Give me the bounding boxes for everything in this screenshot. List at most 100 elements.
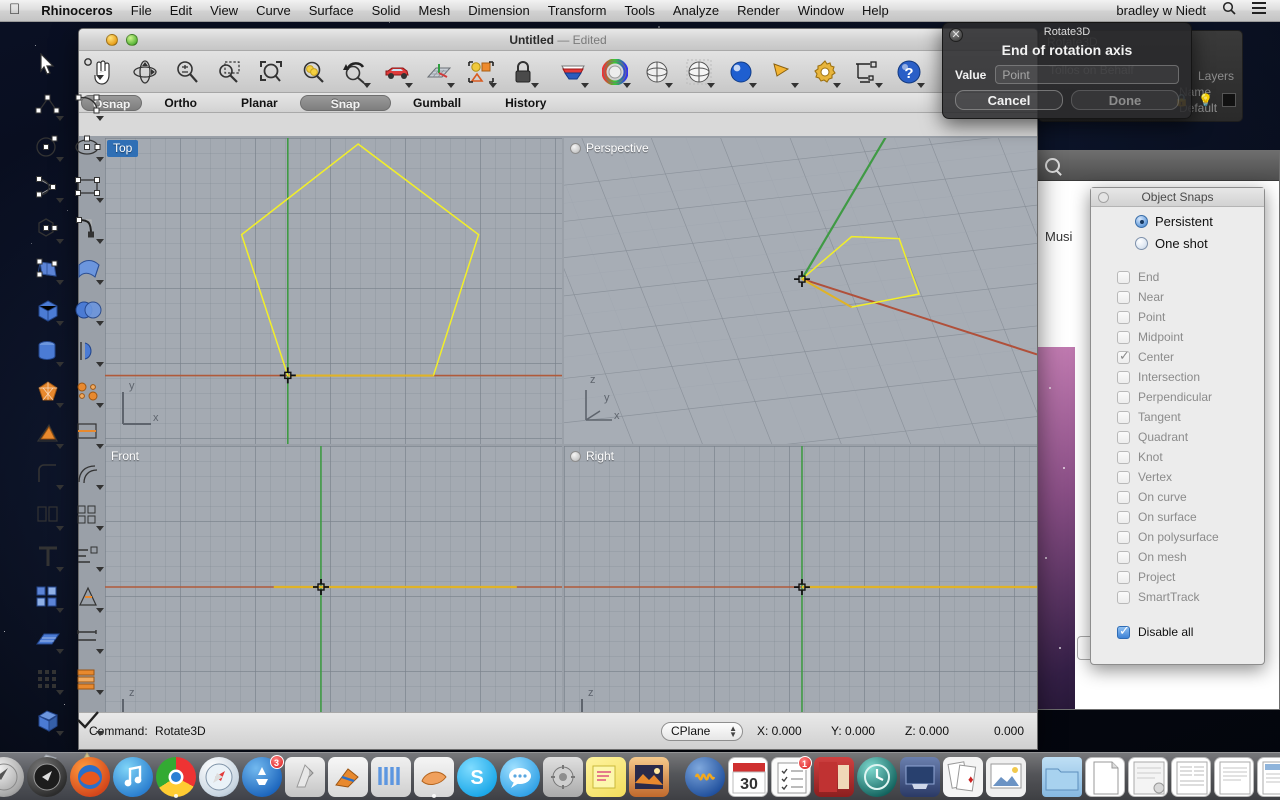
cards-icon[interactable]: ♦ — [942, 757, 983, 797]
help-icon[interactable]: ? — [889, 53, 929, 91]
document-icon[interactable] — [1084, 757, 1125, 797]
cplane-tool-icon[interactable] — [28, 619, 68, 657]
menu-view[interactable]: View — [201, 0, 247, 22]
checkbox-icon[interactable] — [1117, 550, 1130, 564]
explode-icon[interactable] — [68, 578, 108, 616]
checkbox-icon[interactable] — [1117, 490, 1130, 504]
sketchup-icon[interactable] — [327, 757, 368, 797]
command-status-bar[interactable]: Command: Rotate3D CPlane ▲ ▼ X: 0.000 Y: … — [79, 712, 1037, 749]
mesh-icon[interactable] — [28, 373, 68, 411]
ghosted-sphere-icon[interactable] — [679, 53, 719, 91]
photos-icon[interactable] — [985, 757, 1026, 797]
rhino-titlebar[interactable]: Untitled — Edited — [79, 29, 1037, 51]
menu-curve[interactable]: Curve — [247, 0, 300, 22]
zoom-in-out-icon[interactable] — [167, 53, 207, 91]
radio-persistent[interactable]: Persistent — [1091, 207, 1264, 229]
arc-icon[interactable] — [28, 168, 68, 206]
snap-row-near[interactable]: Near — [1117, 287, 1264, 307]
rhino-main-window[interactable]: Untitled — Edited ? Osnap Ortho Planar S… — [78, 28, 1038, 750]
layers-tool-icon[interactable] — [68, 660, 108, 698]
render-color-icon[interactable] — [553, 53, 593, 91]
spotlight-search-icon[interactable] — [1214, 0, 1244, 22]
radio-one-shot[interactable]: One shot — [1091, 229, 1264, 251]
menu-transform[interactable]: Transform — [539, 0, 616, 22]
keynote-icon[interactable] — [899, 757, 940, 797]
fillet-icon[interactable] — [28, 455, 68, 493]
system-preferences-icon[interactable] — [542, 757, 583, 797]
reminders-icon[interactable]: 1 — [770, 756, 812, 797]
document-preview-icon[interactable] — [1127, 757, 1168, 797]
polyline-icon[interactable] — [28, 86, 68, 124]
snap-row-center[interactable]: Center — [1117, 347, 1264, 367]
viewport-label-right[interactable]: Right — [566, 448, 620, 465]
checkbox-icon[interactable] — [1117, 330, 1130, 344]
chevron-down-icon[interactable] — [489, 82, 497, 88]
radio-button-icon[interactable] — [1135, 215, 1148, 228]
block-icon[interactable] — [28, 578, 68, 616]
snap-row-knot[interactable]: Knot — [1117, 447, 1264, 467]
rhino-icon[interactable] — [413, 757, 454, 798]
curve-icon[interactable] — [68, 86, 108, 124]
lock-object-icon[interactable] — [503, 53, 543, 91]
chevron-updown-icon[interactable]: ▲ ▼ — [729, 724, 737, 738]
spotlight-icon[interactable] — [763, 53, 803, 91]
safari-compass-dark-icon[interactable] — [26, 757, 67, 797]
left-tool-palette[interactable] — [28, 45, 104, 777]
viewport-right[interactable]: z y Right — [564, 446, 1037, 749]
time-machine-icon[interactable] — [856, 757, 897, 797]
zoom-selected-icon[interactable] — [293, 53, 333, 91]
object-snaps-panel[interactable]: Object Snaps Persistent One shot End Nea… — [1090, 187, 1265, 665]
snap-row-vertex[interactable]: Vertex — [1117, 467, 1264, 487]
layer-color-swatch[interactable] — [1222, 93, 1236, 107]
notification-center-icon[interactable] — [1244, 0, 1274, 22]
menu-file[interactable]: File — [122, 0, 161, 22]
checkbox-icon[interactable] — [1117, 430, 1130, 444]
sphere-boolean-icon[interactable] — [68, 291, 108, 329]
document-pages-icon[interactable] — [1170, 757, 1211, 797]
rectangle-icon[interactable] — [68, 168, 108, 206]
point-icon[interactable] — [68, 45, 108, 83]
disable-all-row[interactable]: Disable all — [1091, 607, 1264, 639]
shade-sphere-icon[interactable] — [637, 53, 677, 91]
launchpad-icon[interactable] — [0, 757, 24, 797]
safari-icon[interactable] — [198, 757, 239, 797]
snap-row-project[interactable]: Project — [1117, 567, 1264, 587]
tab-history[interactable]: History — [483, 95, 568, 111]
snap-row-end[interactable]: End — [1117, 267, 1264, 287]
preview-icon[interactable] — [284, 757, 325, 797]
chevron-down-icon[interactable] — [447, 82, 455, 88]
cylinder-icon[interactable] — [28, 332, 68, 370]
viewport-menu-dot-icon[interactable] — [570, 450, 581, 462]
chevron-down-icon[interactable] — [791, 82, 799, 88]
chrome-icon[interactable] — [155, 757, 196, 798]
rhino-mode-tabs[interactable]: Osnap Ortho Planar Snap Gumball History — [79, 93, 1037, 113]
menu-render[interactable]: Render — [728, 0, 789, 22]
menu-mesh[interactable]: Mesh — [410, 0, 460, 22]
search-icon[interactable] — [1045, 158, 1060, 173]
dimension-icon[interactable] — [847, 53, 887, 91]
viewport-label-top[interactable]: Top — [107, 140, 139, 157]
dimension-tool-icon[interactable] — [68, 619, 108, 657]
rotate3d-value-input[interactable]: Point — [995, 65, 1179, 84]
apple-logo-icon[interactable]:  — [9, 2, 20, 17]
snap-row-midpoint[interactable]: Midpoint — [1117, 327, 1264, 347]
checkbox-icon[interactable] — [1117, 510, 1130, 524]
skype-icon[interactable]: S — [456, 757, 497, 797]
viewport-top[interactable]: y x Top — [105, 138, 562, 444]
viewport-perspective[interactable]: z y x Perspective — [564, 138, 1037, 444]
checkbox-icon[interactable] — [1117, 530, 1130, 544]
viewport-label-perspective[interactable]: Perspective — [566, 140, 655, 157]
menubar-user-name[interactable]: bradley w Niedt — [1108, 0, 1214, 22]
snap-row-on-polysurface[interactable]: On polysurface — [1117, 527, 1264, 547]
iphoto-icon[interactable] — [628, 757, 669, 797]
checkbox-icon[interactable] — [1117, 390, 1130, 404]
rotate-view-icon[interactable] — [125, 53, 165, 91]
firefox-icon[interactable] — [69, 757, 110, 797]
set-cplane-icon[interactable] — [419, 53, 459, 91]
menu-edit[interactable]: Edit — [161, 0, 201, 22]
menu-app-name[interactable]: Rhinoceros — [32, 0, 122, 22]
extrude-solid-icon[interactable] — [28, 701, 68, 739]
tab-planar[interactable]: Planar — [219, 95, 300, 111]
select-arrow-icon[interactable] — [28, 45, 68, 83]
zoom-extents-icon[interactable] — [251, 53, 291, 91]
